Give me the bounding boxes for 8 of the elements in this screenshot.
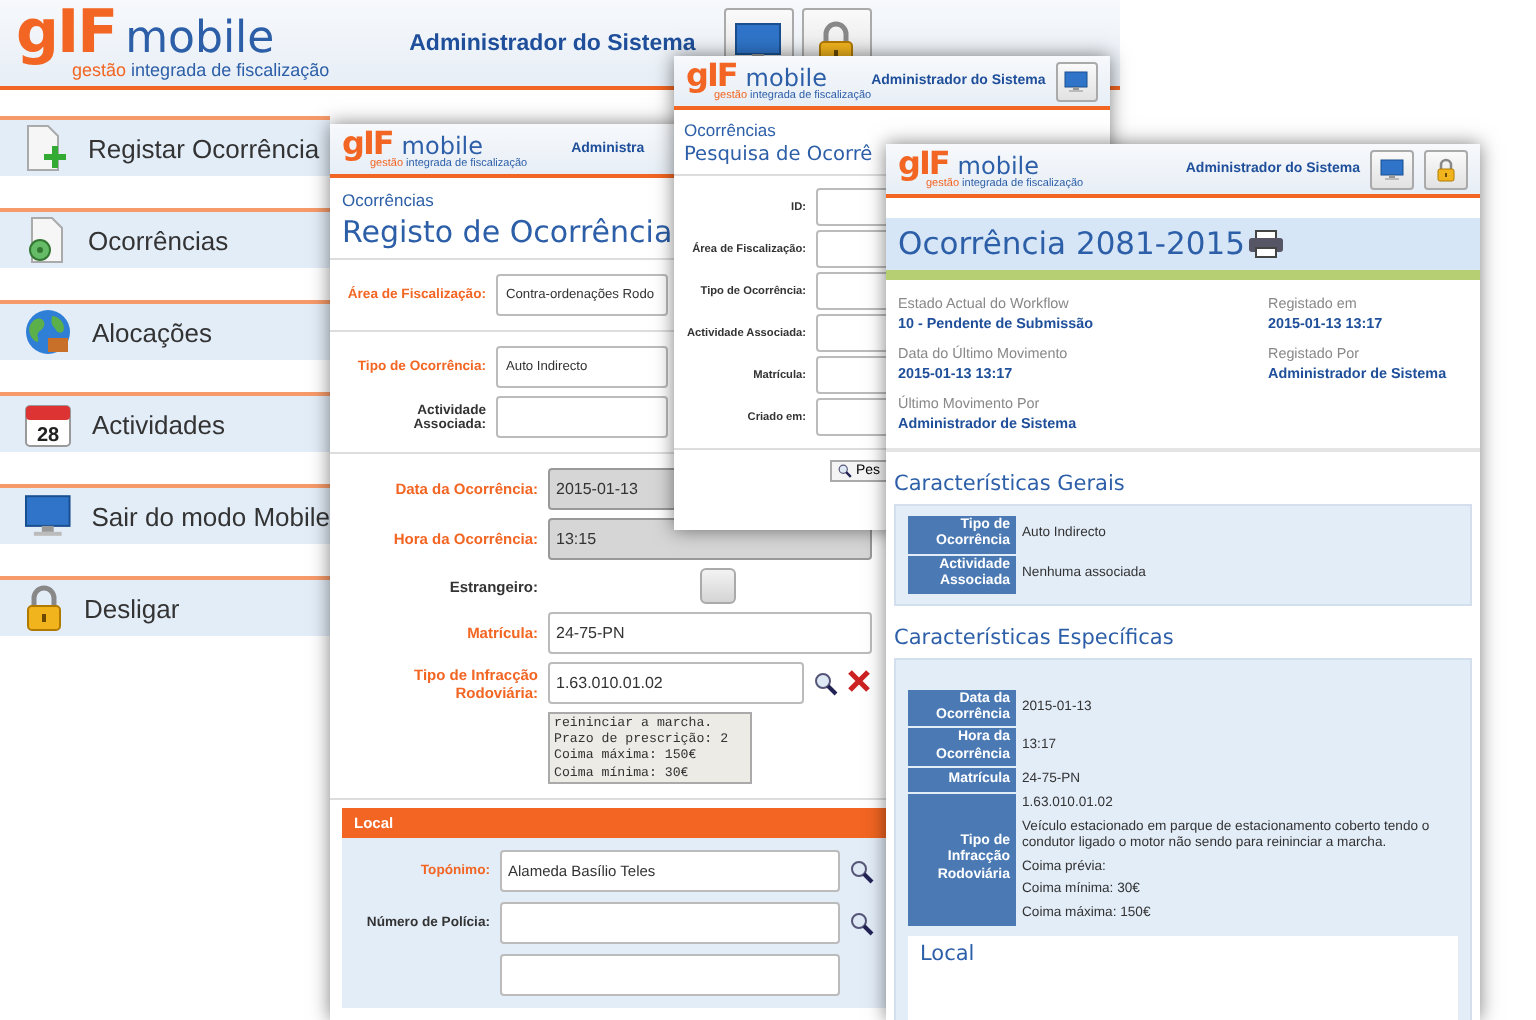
page-title: Pesquisa de Ocorrê bbox=[684, 144, 873, 166]
calendar-icon: 28 bbox=[24, 400, 72, 448]
section-heading: Local bbox=[920, 941, 977, 966]
page-title: Ocorrência 2081-2015 bbox=[898, 226, 1245, 262]
app-logo: gIF mobile gestão integrada de fiscalização bbox=[16, 5, 330, 81]
section-heading: Características Específicas bbox=[892, 623, 1176, 654]
page-title: Registo de Ocorrência bbox=[342, 214, 673, 250]
user-name: Administrador do Sistema bbox=[409, 31, 696, 55]
